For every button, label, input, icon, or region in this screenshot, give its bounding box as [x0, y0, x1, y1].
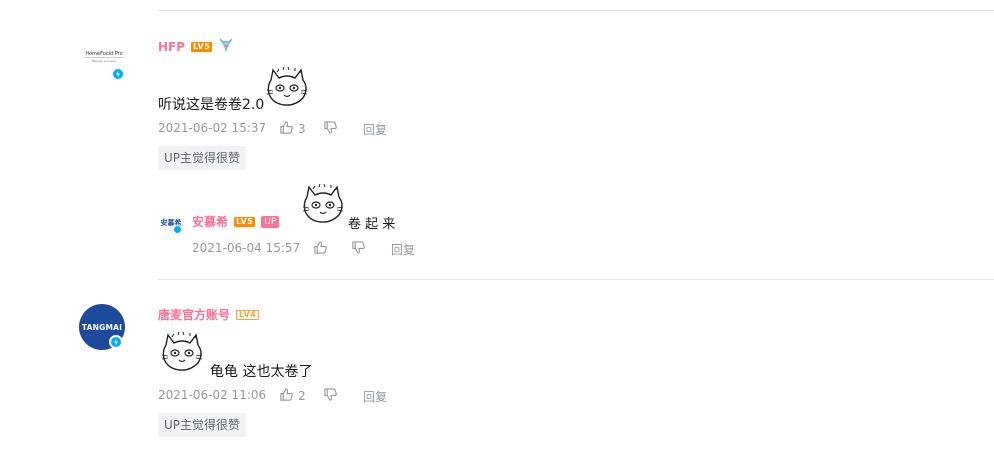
dislike-icon [351, 240, 366, 259]
up-liked-tag: UP主觉得很赞 [158, 146, 247, 170]
like-button[interactable] [313, 240, 328, 259]
like-button[interactable]: 3 [279, 120, 306, 138]
verified-icon [109, 335, 123, 349]
cat-sticker-icon [263, 66, 311, 114]
comment-divider [158, 279, 994, 280]
verified-icon [173, 225, 182, 234]
up-badge: UP [261, 215, 280, 228]
sub-reply-avatar[interactable]: 安慕希 [158, 210, 184, 236]
comment-time: 2021-06-02 11:06 [158, 388, 267, 402]
level-badge: LV4 [236, 309, 260, 320]
avatar[interactable]: TANGMAI [79, 304, 125, 350]
avatar-brand-text: HomeFocid Pro [84, 51, 124, 58]
sub-reply-header: 安慕希 LV5 UP [192, 213, 280, 230]
like-icon [279, 120, 294, 138]
reply-button[interactable]: 回复 [363, 388, 387, 405]
dislike-icon [323, 120, 338, 139]
comment-header: HFP LV5 [158, 37, 234, 57]
like-icon [313, 240, 328, 259]
dislike-button[interactable] [351, 240, 366, 259]
up-liked-tag: UP主觉得很赞 [158, 413, 247, 437]
dislike-button[interactable] [323, 120, 338, 139]
cat-sticker-icon [299, 183, 347, 231]
reply-button[interactable]: 回复 [363, 121, 387, 138]
comment-header: 唐麦官方账号 LV4 [158, 306, 260, 323]
comment-content: 听说这是卷卷2.0 [158, 97, 265, 113]
like-button[interactable]: 2 [279, 387, 306, 405]
sub-reply-content: 卷 起 来 [348, 217, 396, 232]
reply-button[interactable]: 回复 [391, 241, 415, 258]
comment-time: 2021-06-02 15:37 [158, 121, 267, 135]
level-badge: LV5 [191, 42, 213, 52]
avatar-brand-text: TANGMAI [81, 322, 123, 332]
cat-sticker-icon [158, 331, 206, 379]
sub-reply-username[interactable]: 安慕希 [192, 213, 228, 230]
comment-content: 龟龟 这也太卷了 [210, 364, 313, 380]
sub-reply-level-badge: LV5 [234, 216, 256, 227]
top-divider [158, 10, 994, 11]
avatar[interactable]: HomeFocid Pro Beauty Courses [81, 36, 127, 82]
like-icon [279, 387, 294, 405]
avatar-brand-subtext: Beauty Courses [92, 59, 116, 63]
dislike-icon [323, 387, 338, 406]
username[interactable]: 唐麦官方账号 [158, 306, 230, 323]
sub-reply-time: 2021-06-04 15:57 [192, 241, 301, 255]
like-count: 3 [298, 122, 306, 136]
dislike-button[interactable] [323, 387, 338, 406]
username[interactable]: HFP [158, 40, 185, 54]
like-count: 2 [298, 389, 306, 403]
verified-icon [111, 67, 125, 81]
fox-fan-badge-icon [218, 37, 234, 57]
